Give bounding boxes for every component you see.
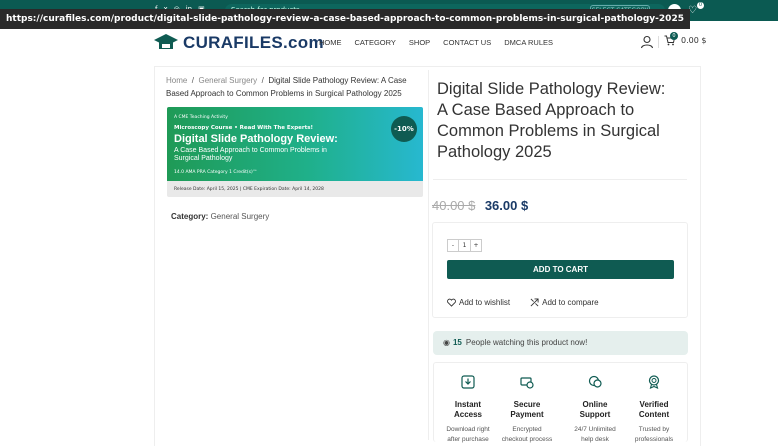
breadcrumb-sep: / — [191, 76, 195, 85]
watching-text: People watching this product now! — [465, 338, 588, 347]
nav-contact[interactable]: CONTACT US — [443, 38, 491, 47]
image-release-dates: Release Date: April 15, 2025 | CME Expir… — [167, 181, 423, 197]
product-title: Digital Slide Pathology Review: A Case B… — [437, 80, 666, 161]
image-activity-text: A CME Teaching Activity — [174, 115, 228, 120]
feature-title: Support — [579, 410, 611, 419]
category-link[interactable]: General Surgery — [211, 212, 270, 221]
breadcrumb-category[interactable]: General Surgery — [198, 76, 257, 85]
feature-online-support: Online Support 24/7 Unlimited help desk — [565, 375, 625, 445]
feature-verified-content: Verified Content Trusted by professionals — [624, 375, 684, 445]
breadcrumb: Home / General Surgery / Digital Slide P… — [166, 74, 428, 100]
logo-name: CURAFILES — [183, 33, 283, 52]
logo-text: CURAFILES.com — [183, 33, 324, 53]
product-image-banner: A CME Teaching Activity Microscopy Cours… — [167, 107, 423, 181]
user-icon[interactable] — [640, 35, 654, 49]
product-category: Category: General Surgery — [171, 212, 269, 221]
image-credits: 14.0 AMA PRA Category 1 Credit(s)™ — [174, 170, 258, 175]
cart-button[interactable]: 0 0.00 $ — [664, 32, 707, 46]
nav-home[interactable]: HOME — [319, 38, 342, 47]
quantity-stepper[interactable]: - 1 + — [447, 239, 482, 252]
wishlist-label: Add to wishlist — [459, 298, 511, 307]
feature-desc: checkout process — [501, 436, 553, 443]
old-price: 40.00 $ — [432, 198, 476, 213]
feature-desc: professionals — [634, 436, 674, 443]
category-label: Category: — [171, 212, 209, 221]
secure-payment-icon — [520, 377, 534, 389]
feature-title: Payment — [510, 410, 544, 419]
image-course-text: Microscopy Course • Read With The Expert… — [174, 125, 313, 131]
product-image[interactable]: A CME Teaching Activity Microscopy Cours… — [167, 107, 423, 197]
heart-icon — [447, 298, 456, 307]
logo-domain: .com — [282, 33, 324, 52]
feature-secure-payment: Secure Payment Encrypted checkout process — [497, 375, 557, 445]
image-title: Digital Slide Pathology Review: — [174, 133, 338, 145]
download-icon — [461, 375, 475, 389]
add-to-compare-link[interactable]: Add to compare — [530, 298, 599, 307]
add-to-wishlist-link[interactable]: Add to wishlist — [447, 298, 510, 307]
cart-total: 0.00 $ — [681, 36, 707, 45]
compare-label: Add to compare — [542, 298, 599, 307]
breadcrumb-sep: / — [261, 76, 264, 85]
verified-badge-icon — [648, 375, 660, 389]
eye-icon: ◉ — [443, 338, 450, 347]
graduation-cap-icon — [154, 34, 178, 49]
product-price: 40.00 $ 36.00 $ — [432, 197, 528, 215]
feature-desc: Download right — [446, 426, 490, 433]
feature-title: Instant — [454, 400, 482, 409]
nav-shop[interactable]: SHOP — [409, 38, 430, 47]
feature-desc: 24/7 Unlimited — [574, 426, 616, 433]
qty-plus-button[interactable]: + — [471, 240, 481, 251]
feature-desc: Trusted by — [638, 426, 670, 433]
feature-title: Online — [582, 400, 608, 409]
url-tooltip: https://curafiles.com/product/digital-sl… — [0, 9, 690, 29]
features-box: Instant Access Download right after purcha… — [433, 362, 688, 445]
feature-desc: after purchase — [447, 436, 489, 443]
watching-notice: ◉ 15 People watching this product now! — [433, 331, 688, 355]
title-divider — [433, 179, 687, 180]
nav-category[interactable]: CATEGORY — [355, 38, 396, 47]
feature-title: Verified — [639, 400, 669, 409]
compare-arrows-icon — [530, 298, 539, 307]
header-divider — [658, 36, 659, 48]
add-to-cart-button[interactable]: ADD TO CART — [447, 260, 674, 279]
sale-badge: -10% — [391, 116, 417, 142]
feature-title: Secure — [513, 400, 541, 409]
product-actions: Add to wishlist Add to compare — [447, 298, 599, 307]
wishlist-count-badge: 0 — [697, 2, 704, 9]
main-nav: HOME CATEGORY SHOP CONTACT US DMCA RULES — [319, 38, 553, 47]
feature-instant-access: Instant Access Download right after purcha… — [438, 375, 498, 445]
breadcrumb-home[interactable]: Home — [166, 76, 187, 85]
qty-value[interactable]: 1 — [458, 240, 471, 251]
watching-count: 15 — [452, 338, 462, 347]
feature-title: Access — [453, 410, 483, 419]
qty-minus-button[interactable]: - — [448, 240, 458, 251]
site-logo[interactable]: CURAFILES.com — [153, 33, 324, 53]
support-chat-icon — [588, 375, 602, 388]
feature-title: Content — [638, 410, 670, 419]
cart-count-badge: 0 — [670, 32, 678, 40]
nav-dmca[interactable]: DMCA RULES — [504, 38, 553, 47]
feature-desc: help desk — [581, 436, 609, 443]
image-subtitle: A Case Based Approach to Common Problems… — [174, 147, 327, 162]
new-price: 36.00 $ — [484, 198, 529, 213]
column-divider — [428, 70, 429, 440]
feature-desc: Encrypted — [512, 426, 542, 433]
